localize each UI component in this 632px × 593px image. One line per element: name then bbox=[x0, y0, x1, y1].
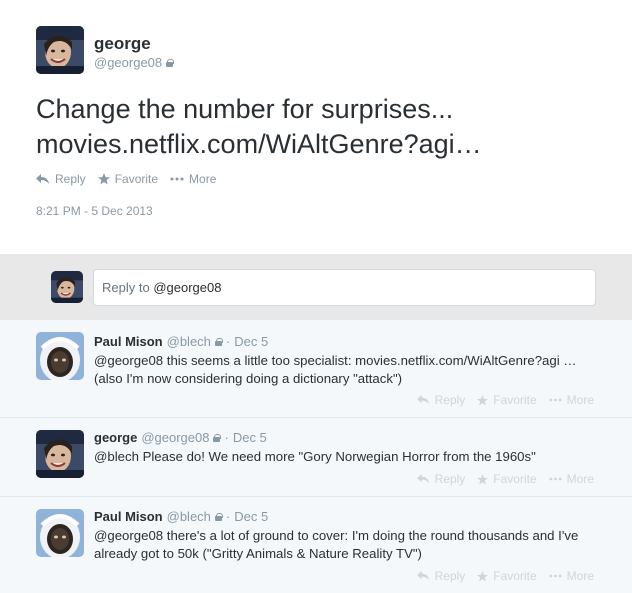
favorite-label: Favorite bbox=[493, 472, 537, 486]
tweet-timestamp[interactable]: 8:21 PM - 5 Dec 2013 bbox=[36, 204, 153, 218]
more-label: More bbox=[566, 569, 594, 583]
reply-icon bbox=[36, 173, 49, 184]
reply-button[interactable]: Reply bbox=[416, 472, 466, 486]
reply-button[interactable]: Reply bbox=[416, 569, 466, 583]
separator-dot: · bbox=[225, 509, 231, 524]
favorite-label: Favorite bbox=[493, 569, 537, 583]
more-label: More bbox=[189, 172, 217, 186]
reply-header: Paul Mison @blech · Dec 5 bbox=[94, 334, 268, 349]
reply-author-name[interactable]: george bbox=[94, 430, 137, 445]
favorite-button[interactable]: Favorite bbox=[97, 172, 159, 186]
author-name[interactable]: george bbox=[94, 34, 151, 54]
more-dots-icon bbox=[549, 574, 562, 578]
reply-button[interactable]: Reply bbox=[36, 172, 86, 186]
reply-icon bbox=[416, 395, 429, 405]
reply-text: @george08 there's a lot of ground to cov… bbox=[94, 528, 579, 561]
reply-text: @blech Please do! We need more "Gory Nor… bbox=[94, 449, 536, 464]
lock-icon bbox=[166, 58, 175, 67]
reply-author-name[interactable]: Paul Mison bbox=[94, 509, 163, 524]
reply-button[interactable]: Reply bbox=[416, 393, 466, 407]
reply-author-handle[interactable]: @blech bbox=[167, 334, 211, 349]
favorite-button[interactable]: Favorite bbox=[477, 569, 537, 583]
separator-dot: · bbox=[224, 430, 229, 445]
reply-actions: Reply Favorite More bbox=[416, 472, 594, 486]
reply-header: Paul Mison @blech · Dec 5 bbox=[94, 509, 268, 524]
separator-dot: · bbox=[225, 334, 231, 349]
reply-composer: Reply to @george08 bbox=[0, 254, 632, 320]
reply-actions: Reply Favorite More bbox=[416, 569, 594, 583]
lock-icon bbox=[214, 512, 223, 521]
reply-input[interactable]: Reply to @george08 bbox=[93, 269, 596, 306]
tweet-text: Change the number for surprises... movie… bbox=[36, 92, 606, 162]
more-dots-icon bbox=[549, 477, 562, 481]
reply-icon bbox=[416, 474, 429, 484]
more-dots-icon bbox=[170, 177, 184, 181]
reply-label: Reply bbox=[55, 172, 86, 186]
star-icon bbox=[477, 570, 489, 582]
tweet-link[interactable]: movies.netflix.com/WiAltGenre?agi… bbox=[36, 127, 606, 162]
star-icon bbox=[97, 173, 110, 185]
reply-actions: Reply Favorite More bbox=[416, 393, 594, 407]
george-avatar[interactable] bbox=[36, 26, 84, 74]
handle-text[interactable]: @george08 bbox=[94, 55, 162, 70]
more-button[interactable]: More bbox=[549, 569, 594, 583]
more-dots-icon bbox=[549, 398, 562, 402]
more-button[interactable]: More bbox=[549, 472, 594, 486]
more-label: More bbox=[566, 472, 594, 486]
tweet-actions: Reply Favorite More bbox=[36, 172, 216, 186]
more-label: More bbox=[566, 393, 594, 407]
george-avatar[interactable] bbox=[36, 430, 84, 478]
reply-item[interactable]: Paul Mison @blech · Dec 5 @george08 this… bbox=[0, 320, 632, 418]
current-user-avatar bbox=[51, 271, 83, 303]
reply-author-name[interactable]: Paul Mison bbox=[94, 334, 163, 349]
favorite-button[interactable]: Favorite bbox=[477, 472, 537, 486]
reply-prefix: Reply to bbox=[102, 280, 154, 295]
reply-mention: @george08 bbox=[153, 280, 222, 295]
reply-label: Reply bbox=[434, 472, 466, 486]
reply-item[interactable]: george @george08 · Dec 5 @blech Please d… bbox=[0, 418, 632, 497]
lock-icon bbox=[214, 337, 223, 346]
more-button[interactable]: More bbox=[549, 393, 594, 407]
reply-author-handle[interactable]: @blech bbox=[167, 509, 211, 524]
lock-icon bbox=[213, 433, 222, 442]
main-tweet: george @george08 Change the number for s… bbox=[0, 0, 632, 254]
reply-text: @george08 this seems a little too specia… bbox=[94, 353, 577, 386]
star-icon bbox=[477, 473, 489, 485]
reply-label: Reply bbox=[434, 393, 466, 407]
reply-date[interactable]: Dec 5 bbox=[234, 334, 268, 349]
tweet-text-line: Change the number for surprises... bbox=[36, 94, 454, 124]
replies-list: Paul Mison @blech · Dec 5 @george08 this… bbox=[0, 320, 632, 593]
favorite-button[interactable]: Favorite bbox=[477, 393, 537, 407]
favorite-label: Favorite bbox=[493, 393, 537, 407]
reply-icon bbox=[416, 571, 429, 581]
reply-label: Reply bbox=[434, 569, 466, 583]
reply-item[interactable]: Paul Mison @blech · Dec 5 @george08 ther… bbox=[0, 497, 632, 593]
author-handle[interactable]: @george08 bbox=[94, 55, 175, 70]
reply-date[interactable]: Dec 5 bbox=[233, 430, 267, 445]
paul-avatar[interactable] bbox=[36, 509, 84, 557]
favorite-label: Favorite bbox=[114, 172, 159, 186]
reply-author-handle[interactable]: @george08 bbox=[141, 430, 209, 445]
reply-header: george @george08 · Dec 5 bbox=[94, 430, 267, 445]
star-icon bbox=[477, 394, 489, 406]
reply-date[interactable]: Dec 5 bbox=[234, 509, 268, 524]
paul-avatar[interactable] bbox=[36, 332, 84, 380]
more-button[interactable]: More bbox=[170, 172, 216, 186]
